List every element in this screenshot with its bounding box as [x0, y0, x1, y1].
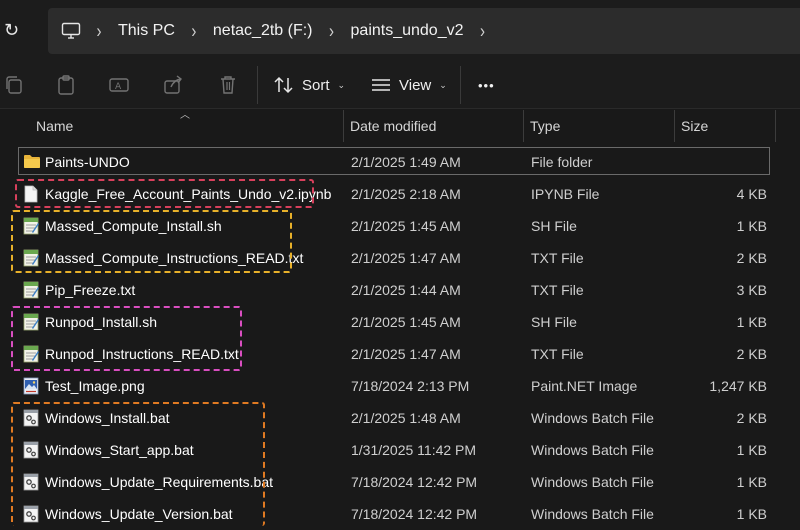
view-label: View	[399, 76, 432, 94]
view-list-icon	[372, 79, 390, 91]
windows-highlight-box	[11, 402, 265, 526]
file-date: 2/1/2025 1:45 AM	[351, 314, 461, 330]
view-button[interactable]: View ⌄	[371, 72, 447, 98]
sort-label: Sort	[302, 76, 330, 94]
file-type: Windows Batch File	[531, 410, 654, 426]
folder-icon	[23, 153, 40, 171]
computer-icon[interactable]	[60, 20, 82, 42]
paste-icon[interactable]	[55, 74, 77, 96]
massed-compute-highlight-box	[11, 210, 292, 273]
file-size: 1 KB	[736, 218, 767, 234]
file-type: Paint.NET Image	[531, 378, 638, 394]
file-type: TXT File	[531, 346, 584, 362]
file-size: 1 KB	[736, 474, 767, 490]
file-row[interactable]: Paints-UNDO 2/1/2025 1:49 AM File folder	[0, 146, 800, 178]
file-date: 2/1/2025 1:47 AM	[351, 250, 461, 266]
column-type[interactable]: Type	[524, 108, 674, 144]
file-date: 2/1/2025 1:48 AM	[351, 410, 461, 426]
file-date: 2/1/2025 2:18 AM	[351, 186, 461, 202]
file-size: 2 KB	[736, 250, 767, 266]
image-file-icon	[23, 377, 39, 395]
column-name[interactable]: Name	[30, 108, 343, 144]
file-size: 2 KB	[736, 346, 767, 362]
file-date: 2/1/2025 1:44 AM	[351, 282, 461, 298]
breadcrumb[interactable]: › This PC › netac_2tb (F:) › paints_undo…	[48, 8, 800, 54]
file-size: 1,247 KB	[709, 378, 767, 394]
breadcrumb-drive[interactable]: netac_2tb (F:)	[211, 22, 315, 40]
file-type: TXT File	[531, 282, 584, 298]
address-bar-area: ↻ › This PC › netac_2tb (F:) › paints_un…	[0, 0, 800, 62]
file-row[interactable]: Pip_Freeze.txt 2/1/2025 1:44 AM TXT File…	[0, 274, 800, 306]
file-size: 1 KB	[736, 506, 767, 522]
command-bar: A Sort ⌄ View ⌄ •••	[0, 62, 800, 109]
kaggle-highlight-box	[15, 179, 314, 208]
column-header: ︿ Name Date modified Type Size	[0, 108, 800, 144]
breadcrumb-this-pc[interactable]: This PC	[116, 22, 177, 40]
file-size: 1 KB	[736, 314, 767, 330]
file-size: 4 KB	[736, 186, 767, 202]
file-size	[676, 146, 767, 178]
sort-arrows-icon	[274, 76, 293, 94]
svg-text:A: A	[115, 82, 122, 92]
runpod-highlight-box	[11, 306, 242, 371]
file-row[interactable]: Test_Image.png 7/18/2024 2:13 PM Paint.N…	[0, 370, 800, 402]
sort-button[interactable]: Sort ⌄	[274, 72, 345, 98]
column-date-modified[interactable]: Date modified	[344, 108, 523, 144]
delete-icon[interactable]	[217, 74, 239, 96]
file-date: 1/31/2025 11:42 PM	[351, 442, 477, 458]
file-date: 7/18/2024 12:42 PM	[351, 506, 478, 522]
file-date: 2/1/2025 1:49 AM	[351, 154, 461, 170]
file-date: 7/18/2024 2:13 PM	[351, 378, 470, 394]
file-name: Paints-UNDO	[45, 154, 130, 170]
file-size: 3 KB	[736, 282, 767, 298]
file-type: TXT File	[531, 250, 584, 266]
text-file-icon	[23, 281, 39, 299]
copy-icon[interactable]	[3, 74, 25, 96]
chevron-down-icon: ⌄	[337, 79, 346, 90]
file-date: 2/1/2025 1:45 AM	[351, 218, 461, 234]
chevron-right-icon[interactable]: ›	[466, 20, 500, 42]
toolbar-divider	[460, 66, 461, 104]
file-date: 2/1/2025 1:47 AM	[351, 346, 461, 362]
chevron-right-icon[interactable]: ›	[82, 20, 116, 42]
share-icon[interactable]	[162, 74, 184, 96]
toolbar-divider	[257, 66, 258, 104]
more-options-button[interactable]: •••	[478, 72, 495, 98]
rename-icon[interactable]: A	[108, 74, 130, 96]
file-type: SH File	[531, 218, 577, 234]
file-type: Windows Batch File	[531, 506, 654, 522]
column-divider[interactable]	[775, 110, 776, 142]
chevron-right-icon[interactable]: ›	[315, 20, 349, 42]
refresh-icon[interactable]: ↻	[4, 19, 24, 41]
file-size: 1 KB	[736, 442, 767, 458]
chevron-down-icon: ⌄	[439, 79, 447, 90]
breadcrumb-folder[interactable]: paints_undo_v2	[349, 22, 466, 40]
file-type: Windows Batch File	[531, 474, 654, 490]
file-type: Windows Batch File	[531, 442, 654, 458]
file-size: 2 KB	[736, 410, 767, 426]
file-type: File folder	[531, 154, 593, 170]
file-name: Test_Image.png	[45, 378, 145, 394]
file-name: Pip_Freeze.txt	[45, 282, 136, 298]
file-type: SH File	[531, 314, 577, 330]
file-type: IPYNB File	[531, 186, 600, 202]
file-date: 7/18/2024 12:42 PM	[351, 474, 478, 490]
chevron-right-icon[interactable]: ›	[177, 20, 211, 42]
column-size[interactable]: Size	[675, 108, 775, 144]
